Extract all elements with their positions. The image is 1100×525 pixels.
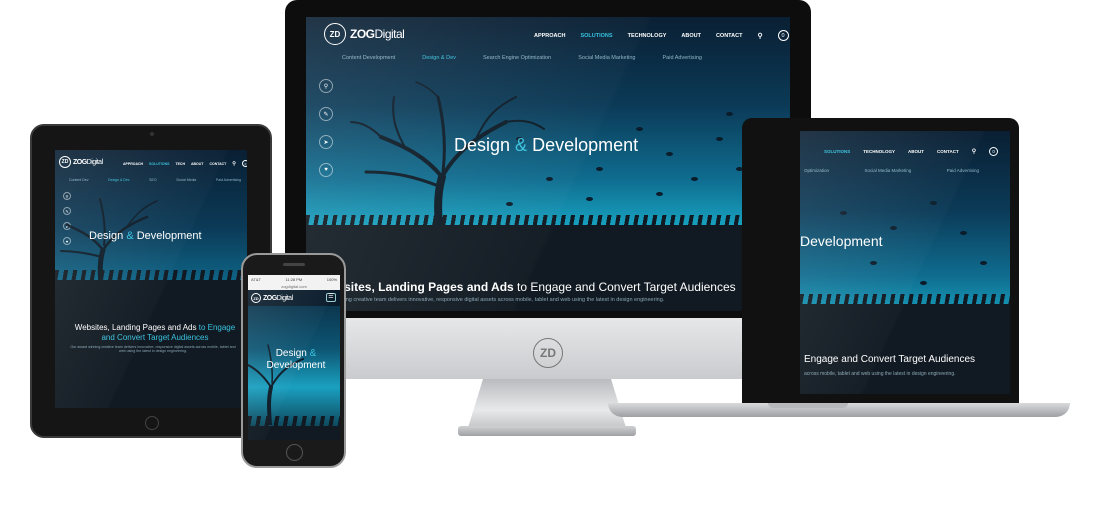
subnav-content-development[interactable]: Content Development: [342, 55, 395, 61]
subnav-seo[interactable]: Optimization: [804, 168, 829, 173]
subnav-paid-advertising[interactable]: Paid Advertising: [663, 55, 702, 61]
ipad-screen: ZD ZOGDigital APPROACH SOLUTIONS TECH AB…: [55, 150, 247, 408]
nav-solutions[interactable]: SOLUTIONS: [824, 149, 850, 154]
nav-about[interactable]: ABOUT: [191, 162, 203, 166]
imac-chin: ZD: [285, 318, 811, 379]
logo-mark: ZD: [59, 156, 71, 168]
logo-wordmark: ZOGDigital: [263, 294, 293, 302]
hero-title: Design & Development: [454, 135, 639, 155]
magnify-icon[interactable]: ⚲: [319, 79, 333, 93]
nav-technology[interactable]: TECHNOLOGY: [628, 33, 667, 39]
logo-wordmark: ZOGDigital: [73, 158, 103, 166]
subnav-seo[interactable]: Search Engine Optimization: [483, 55, 551, 61]
search-icon[interactable]: ⚲: [972, 148, 976, 155]
site-logo[interactable]: ZD ZOGDigital: [251, 293, 293, 303]
macbook-hero-title: Development: [800, 233, 883, 249]
intro-body: Our award winning creative team delivers…: [306, 297, 665, 303]
arrow-icon[interactable]: ➤: [319, 135, 333, 149]
ground-silhouette: [55, 270, 247, 408]
site-logo[interactable]: ZD ZOGDigital: [59, 156, 103, 168]
nav-solutions[interactable]: SOLUTIONS: [580, 33, 612, 39]
imac-stand: [467, 379, 627, 431]
battery-label: 100%: [326, 277, 337, 282]
heart-icon[interactable]: ♥: [319, 163, 333, 177]
ipad-nav: APPROACH SOLUTIONS TECH ABOUT CONTACT ⚲ …: [123, 160, 247, 167]
ipad-headline: Websites, Landing Pages and Ads to Engag…: [74, 323, 236, 342]
nav-contact[interactable]: CONTACT: [937, 149, 959, 154]
nav-about[interactable]: ABOUT: [908, 149, 924, 154]
macbook-nav: SOLUTIONS TECHNOLOGY ABOUT CONTACT ⚲ 0: [824, 147, 999, 156]
subnav-design-dev[interactable]: Design & Dev: [422, 55, 456, 61]
tree-illustration: [248, 344, 304, 425]
nav-about[interactable]: ABOUT: [681, 33, 701, 39]
ipad-subnav: Content Dev Design & Dev SEO Social Medi…: [69, 178, 241, 182]
iphone-screen: AT&T 11:28 PM 100% zogdigital.com ZD ZOG…: [248, 275, 340, 440]
nav-solutions[interactable]: SOLUTIONS: [149, 162, 169, 166]
macbook-screen: SOLUTIONS TECHNOLOGY ABOUT CONTACT ⚲ 0 O…: [800, 131, 1010, 394]
side-icon-bar: ⚲ ✎ ➤ ♥: [319, 79, 333, 177]
cart-badge[interactable]: 0: [777, 30, 789, 41]
macbook-subnav: Optimization Social Media Marketing Paid…: [804, 168, 979, 173]
subnav-paid-advertising[interactable]: Paid Advertising: [947, 168, 979, 173]
subnav-social-media[interactable]: Social Media: [176, 178, 196, 182]
cart-badge[interactable]: 0: [989, 147, 999, 156]
cart-badge[interactable]: 0: [241, 160, 247, 167]
macbook-body: across mobile, tablet and web using the …: [804, 371, 956, 377]
imac-screen: ZD ZOGDigital APPROACH SOLUTIONS TECHNOL…: [306, 17, 790, 311]
imac-stand-foot: [458, 426, 636, 436]
search-icon[interactable]: ⚲: [232, 161, 236, 167]
nav-approach[interactable]: APPROACH: [534, 33, 565, 39]
nav-contact[interactable]: CONTACT: [209, 162, 226, 166]
sub-nav: Content Development Design & Dev Search …: [342, 55, 702, 61]
macbook-base: [608, 403, 1070, 417]
iphone-hero-title: Design & Development: [266, 348, 326, 371]
ipad-hero-title: Design & Development: [89, 230, 202, 242]
time-label: 11:28 PM: [285, 277, 303, 282]
carrier-label: AT&T: [251, 277, 261, 282]
iphone-home-button[interactable]: [286, 444, 303, 461]
phone-status-bar: AT&T 11:28 PM 100%: [248, 275, 340, 284]
nav-technology[interactable]: TECH: [175, 162, 185, 166]
subnav-design-dev[interactable]: Design & Dev: [108, 178, 129, 182]
ground-silhouette: [248, 416, 340, 440]
subnav-content-development[interactable]: Content Dev: [69, 178, 88, 182]
logo-mark: ZD: [251, 293, 261, 303]
nav-technology[interactable]: TECHNOLOGY: [863, 149, 895, 154]
ipad-camera: [150, 132, 154, 136]
logo-wordmark: ZOGDigital: [350, 27, 405, 41]
ipad-body: Our award winning creative team delivers…: [70, 345, 236, 353]
chin-logo: ZD: [533, 338, 563, 368]
pencil-icon[interactable]: ✎: [319, 107, 333, 121]
nav-contact[interactable]: CONTACT: [716, 33, 742, 39]
subnav-social-media[interactable]: Social Media Marketing: [578, 55, 635, 61]
intro-headline: Websites, Landing Pages and Ads to Engag…: [319, 280, 736, 294]
logo-mark: ZD: [324, 23, 346, 45]
ipad-home-button[interactable]: [145, 416, 159, 430]
phone-header: ZD ZOGDigital ☰: [248, 290, 340, 306]
macbook-headline: Engage and Convert Target Audiences: [804, 354, 976, 365]
subnav-paid-advertising[interactable]: Paid Advertising: [216, 178, 241, 182]
ground-silhouette: [800, 294, 1010, 394]
main-nav: APPROACH SOLUTIONS TECHNOLOGY ABOUT CONT…: [534, 30, 789, 41]
nav-approach[interactable]: APPROACH: [123, 162, 143, 166]
hamburger-menu-icon[interactable]: ☰: [326, 293, 336, 302]
iphone-speaker: [283, 263, 305, 266]
subnav-seo[interactable]: SEO: [149, 178, 156, 182]
site-logo[interactable]: ZD ZOGDigital: [324, 23, 405, 45]
search-icon[interactable]: ⚲: [757, 32, 762, 40]
subnav-social-media[interactable]: Social Media Marketing: [864, 168, 911, 173]
